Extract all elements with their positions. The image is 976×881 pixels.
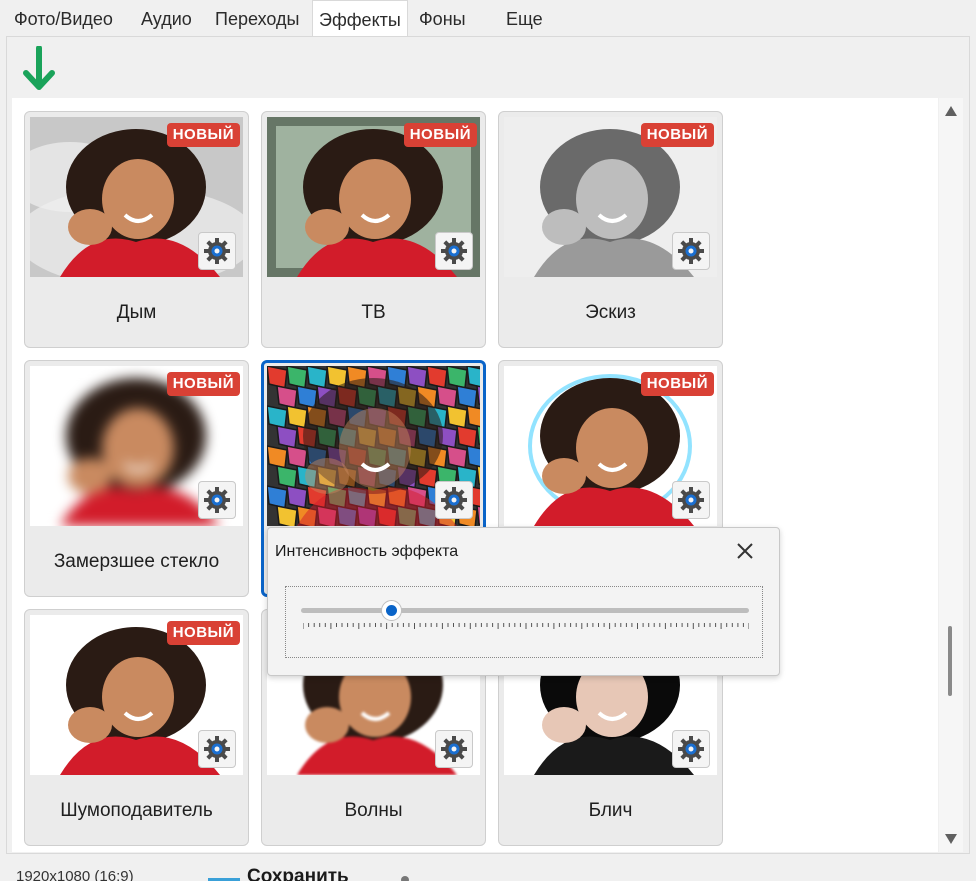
settings-icon[interactable]	[398, 873, 412, 881]
tab-photo-video[interactable]: Фото/Видео	[14, 0, 113, 37]
scroll-up-arrow-icon[interactable]	[945, 106, 957, 116]
tab-backgrounds[interactable]: Фоны	[419, 0, 466, 37]
gear-icon[interactable]	[198, 232, 236, 270]
tab-more[interactable]: Еще	[506, 0, 543, 37]
tab-effects[interactable]: Эффекты	[312, 0, 408, 38]
new-badge: НОВЫЙ	[640, 372, 714, 396]
gear-icon[interactable]	[672, 232, 710, 270]
gear-icon[interactable]	[198, 730, 236, 768]
save-label: Сохранить	[247, 866, 349, 881]
gear-icon[interactable]	[672, 730, 710, 768]
effect-label: Волны	[344, 800, 403, 821]
new-badge: НОВЫЙ	[640, 123, 714, 147]
effect-label: Шумоподавитель	[60, 800, 213, 821]
effect-card[interactable]: НОВЫЙ ТВ	[261, 111, 486, 348]
tab-bar: Фото/Видео Аудио Переходы Эффекты Фоны Е…	[0, 0, 976, 38]
effect-label: Эскиз	[585, 302, 636, 323]
gear-icon[interactable]	[435, 730, 473, 768]
effect-card[interactable]: НОВЫЙ Эскиз	[498, 111, 723, 348]
effect-label: Блич	[588, 800, 633, 821]
resolution-label: 1920x1080 (16:9)	[16, 868, 134, 881]
intensity-popup: Интенсивность эффекта	[267, 527, 780, 676]
effect-label: Замерзшее стекло	[53, 551, 220, 572]
intensity-slider-box	[285, 586, 763, 658]
tab-transitions[interactable]: Переходы	[215, 0, 299, 37]
vertical-scrollbar[interactable]	[939, 98, 963, 852]
tab-audio[interactable]: Аудио	[141, 0, 192, 37]
slider-thumb[interactable]	[380, 600, 402, 621]
popup-title: Интенсивность эффекта	[275, 543, 459, 560]
scrollbar-thumb[interactable]	[948, 626, 952, 696]
new-badge: НОВЫЙ	[166, 123, 240, 147]
effect-label: ТВ	[361, 302, 386, 323]
effect-card[interactable]: НОВЫЙ Шумоподавитель	[24, 609, 249, 846]
gear-icon[interactable]	[435, 232, 473, 270]
scroll-down-arrow-icon[interactable]	[945, 834, 957, 844]
down-arrow-icon[interactable]	[22, 46, 56, 92]
effect-card[interactable]: НОВЫЙ Дым	[24, 111, 249, 348]
effect-card[interactable]: НОВЫЙ Замерзшее стекло	[24, 360, 249, 597]
new-badge: НОВЫЙ	[403, 123, 477, 147]
slider-ticks	[303, 623, 749, 629]
close-icon[interactable]	[734, 540, 756, 562]
slider-track[interactable]	[301, 608, 749, 613]
gear-icon[interactable]	[198, 481, 236, 519]
effect-label: Дым	[116, 302, 157, 323]
effects-grid: НОВЫЙ Дым НОВЫЙ ТВ НОВЫЙ Эскиз НОВЫЙ Замерзшее …	[12, 98, 938, 852]
gear-icon[interactable]	[672, 481, 710, 519]
new-badge: НОВЫЙ	[166, 372, 240, 396]
gear-icon[interactable]	[435, 481, 473, 519]
new-badge: НОВЫЙ	[166, 621, 240, 645]
